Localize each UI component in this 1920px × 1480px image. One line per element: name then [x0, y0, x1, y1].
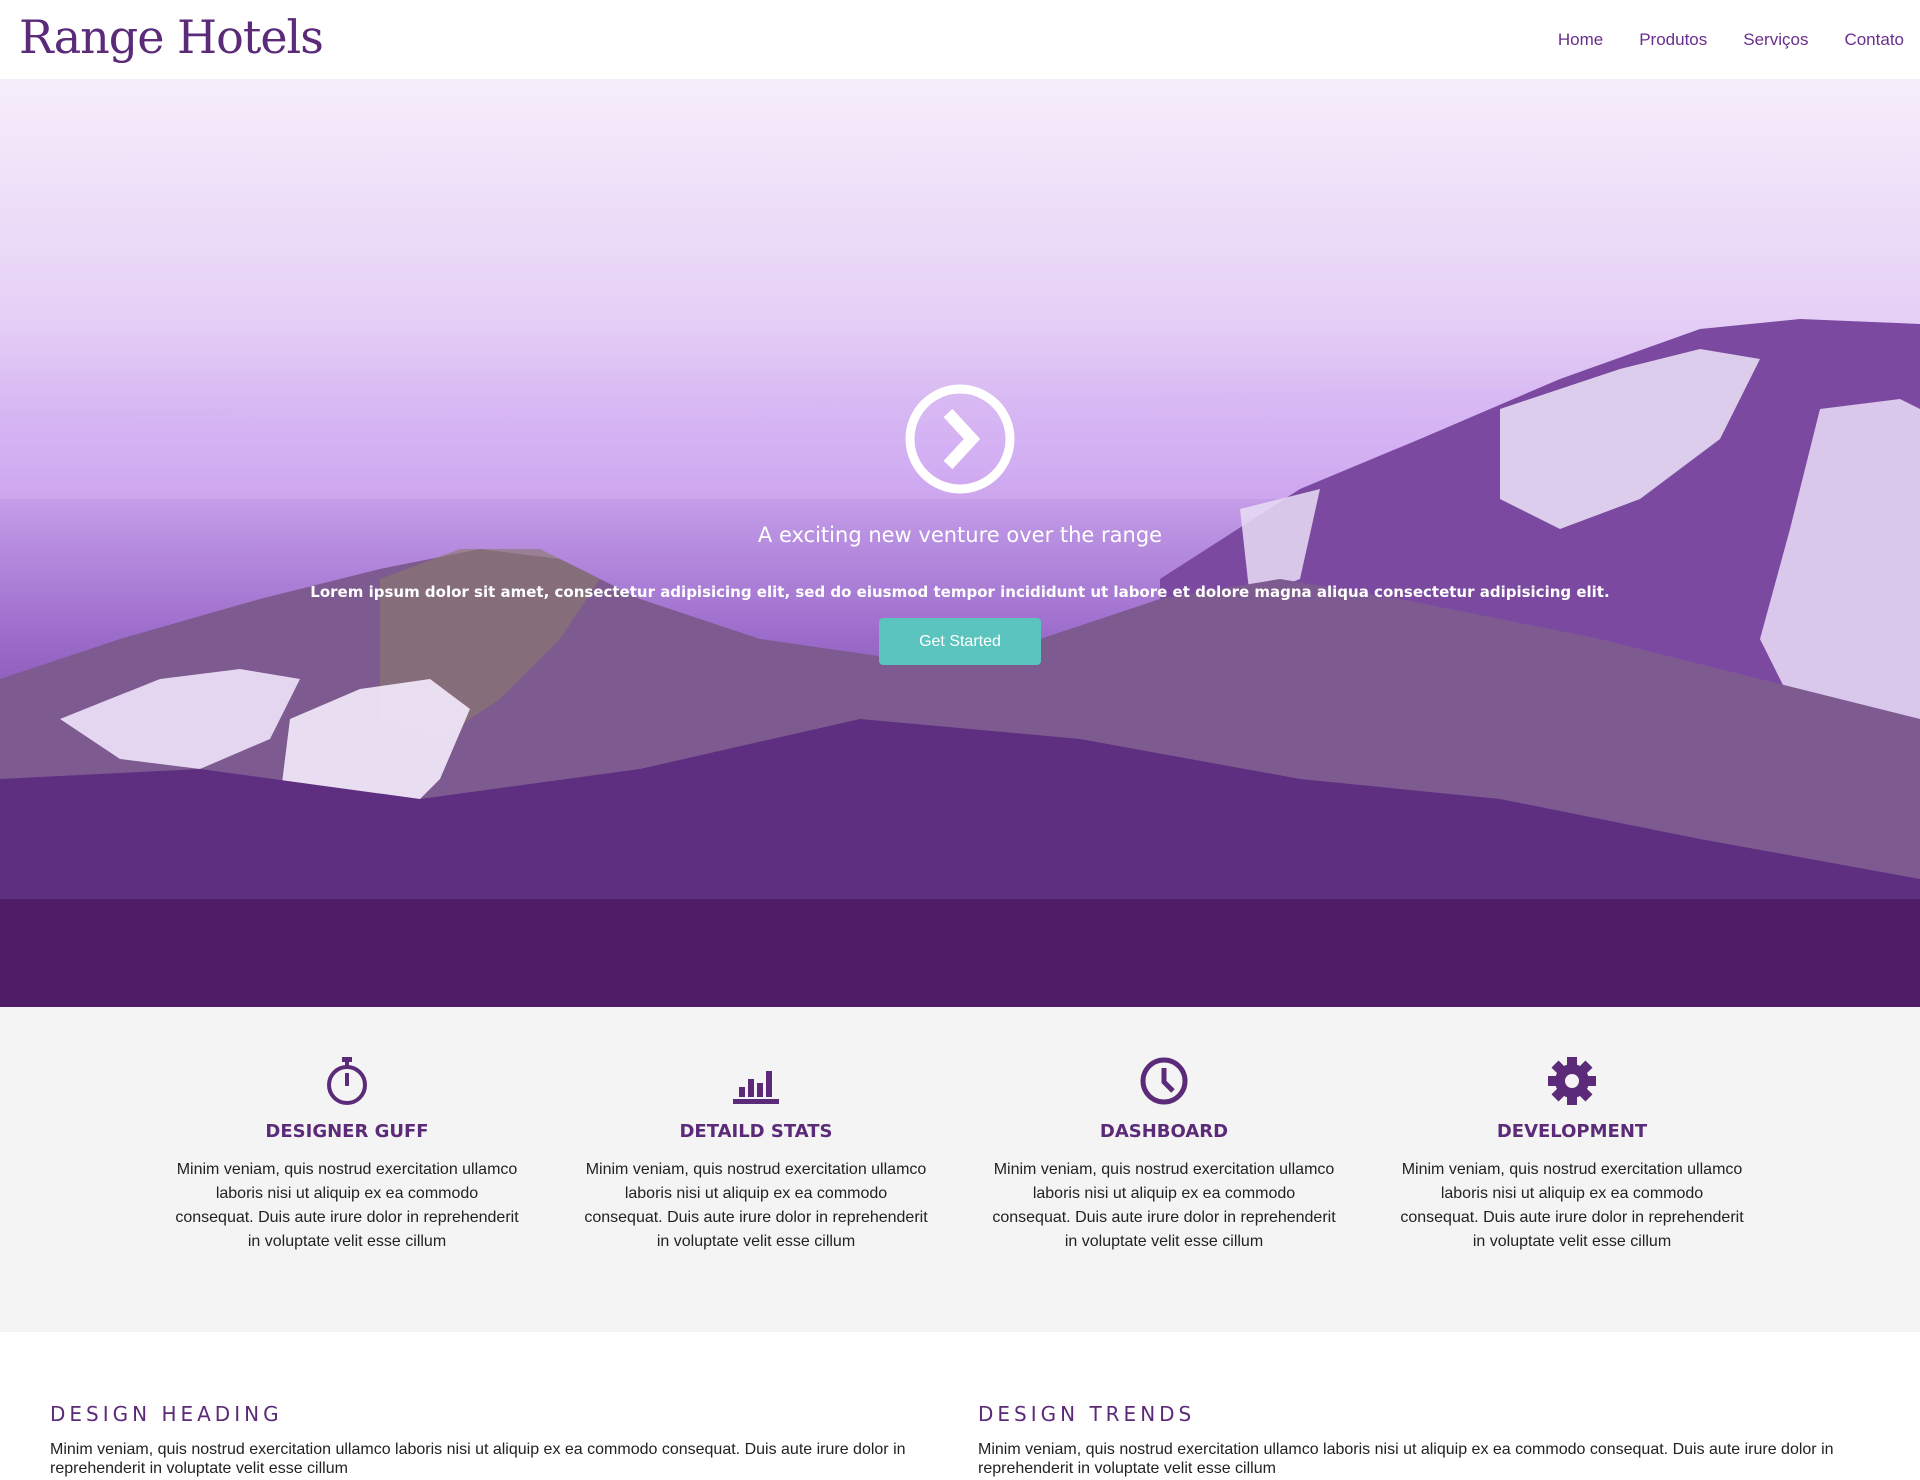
hero-title: A exciting new venture over the range	[757, 523, 1163, 547]
feature-text: Minim veniam, quis nostrud exercitation …	[175, 1161, 519, 1250]
design-trends-column: DESIGN TRENDS Minim veniam, quis nostrud…	[978, 1402, 1858, 1478]
nav-item-home[interactable]: Home	[1558, 30, 1603, 50]
chevron-right-circle-icon[interactable]	[904, 383, 1016, 495]
section-text: Minim veniam, quis nostrud exercitation …	[50, 1441, 906, 1477]
clock-icon	[1140, 1057, 1188, 1105]
site-logo[interactable]: Range Hotels	[19, 10, 324, 64]
nav-item-servicos[interactable]: Serviços	[1743, 30, 1808, 50]
feature-text: Minim veniam, quis nostrud exercitation …	[992, 1161, 1336, 1250]
feature-development: DEVELOPMENT Minim veniam, quis nostrud e…	[1392, 1055, 1752, 1254]
content-section: DESIGN HEADING Minim veniam, quis nostru…	[0, 1332, 1920, 1480]
hero-subtitle: Lorem ipsum dolor sit amet, consectetur …	[310, 583, 1610, 601]
hero-content: A exciting new venture over the range Lo…	[0, 79, 1920, 1007]
main-nav: Home Produtos Serviços Contato	[1558, 30, 1904, 50]
feature-title: DASHBOARD	[1099, 1121, 1229, 1142]
hero-section: A exciting new venture over the range Lo…	[0, 79, 1920, 1007]
features-section: DESIGNER GUFF Minim veniam, quis nostrud…	[0, 1007, 1920, 1332]
feature-dashboard: DASHBOARD Minim veniam, quis nostrud exe…	[984, 1055, 1344, 1254]
nav-item-contato[interactable]: Contato	[1844, 30, 1904, 50]
section-text: Minim veniam, quis nostrud exercitation …	[978, 1441, 1834, 1477]
feature-text: Minim veniam, quis nostrud exercitation …	[584, 1161, 928, 1250]
stopwatch-icon	[327, 1057, 367, 1105]
site-header: Range Hotels Home Produtos Serviços Cont…	[0, 0, 1920, 79]
get-started-button[interactable]: Get Started	[879, 618, 1041, 665]
feature-title: DEVELOPMENT	[1496, 1121, 1648, 1142]
feature-text: Minim veniam, quis nostrud exercitation …	[1400, 1161, 1744, 1250]
bar-chart-icon	[733, 1071, 779, 1104]
nav-item-produtos[interactable]: Produtos	[1639, 30, 1707, 50]
gear-icon	[1548, 1057, 1596, 1105]
section-heading: DESIGN TRENDS	[978, 1402, 1196, 1426]
design-heading-column: DESIGN HEADING Minim veniam, quis nostru…	[50, 1402, 930, 1478]
feature-title: DETAILD STATS	[679, 1121, 833, 1142]
feature-title: DESIGNER GUFF	[265, 1121, 429, 1142]
section-heading: DESIGN HEADING	[50, 1402, 283, 1426]
feature-detaild-stats: DETAILD STATS Minim veniam, quis nostrud…	[576, 1055, 936, 1254]
feature-designer-guff: DESIGNER GUFF Minim veniam, quis nostrud…	[167, 1055, 527, 1254]
